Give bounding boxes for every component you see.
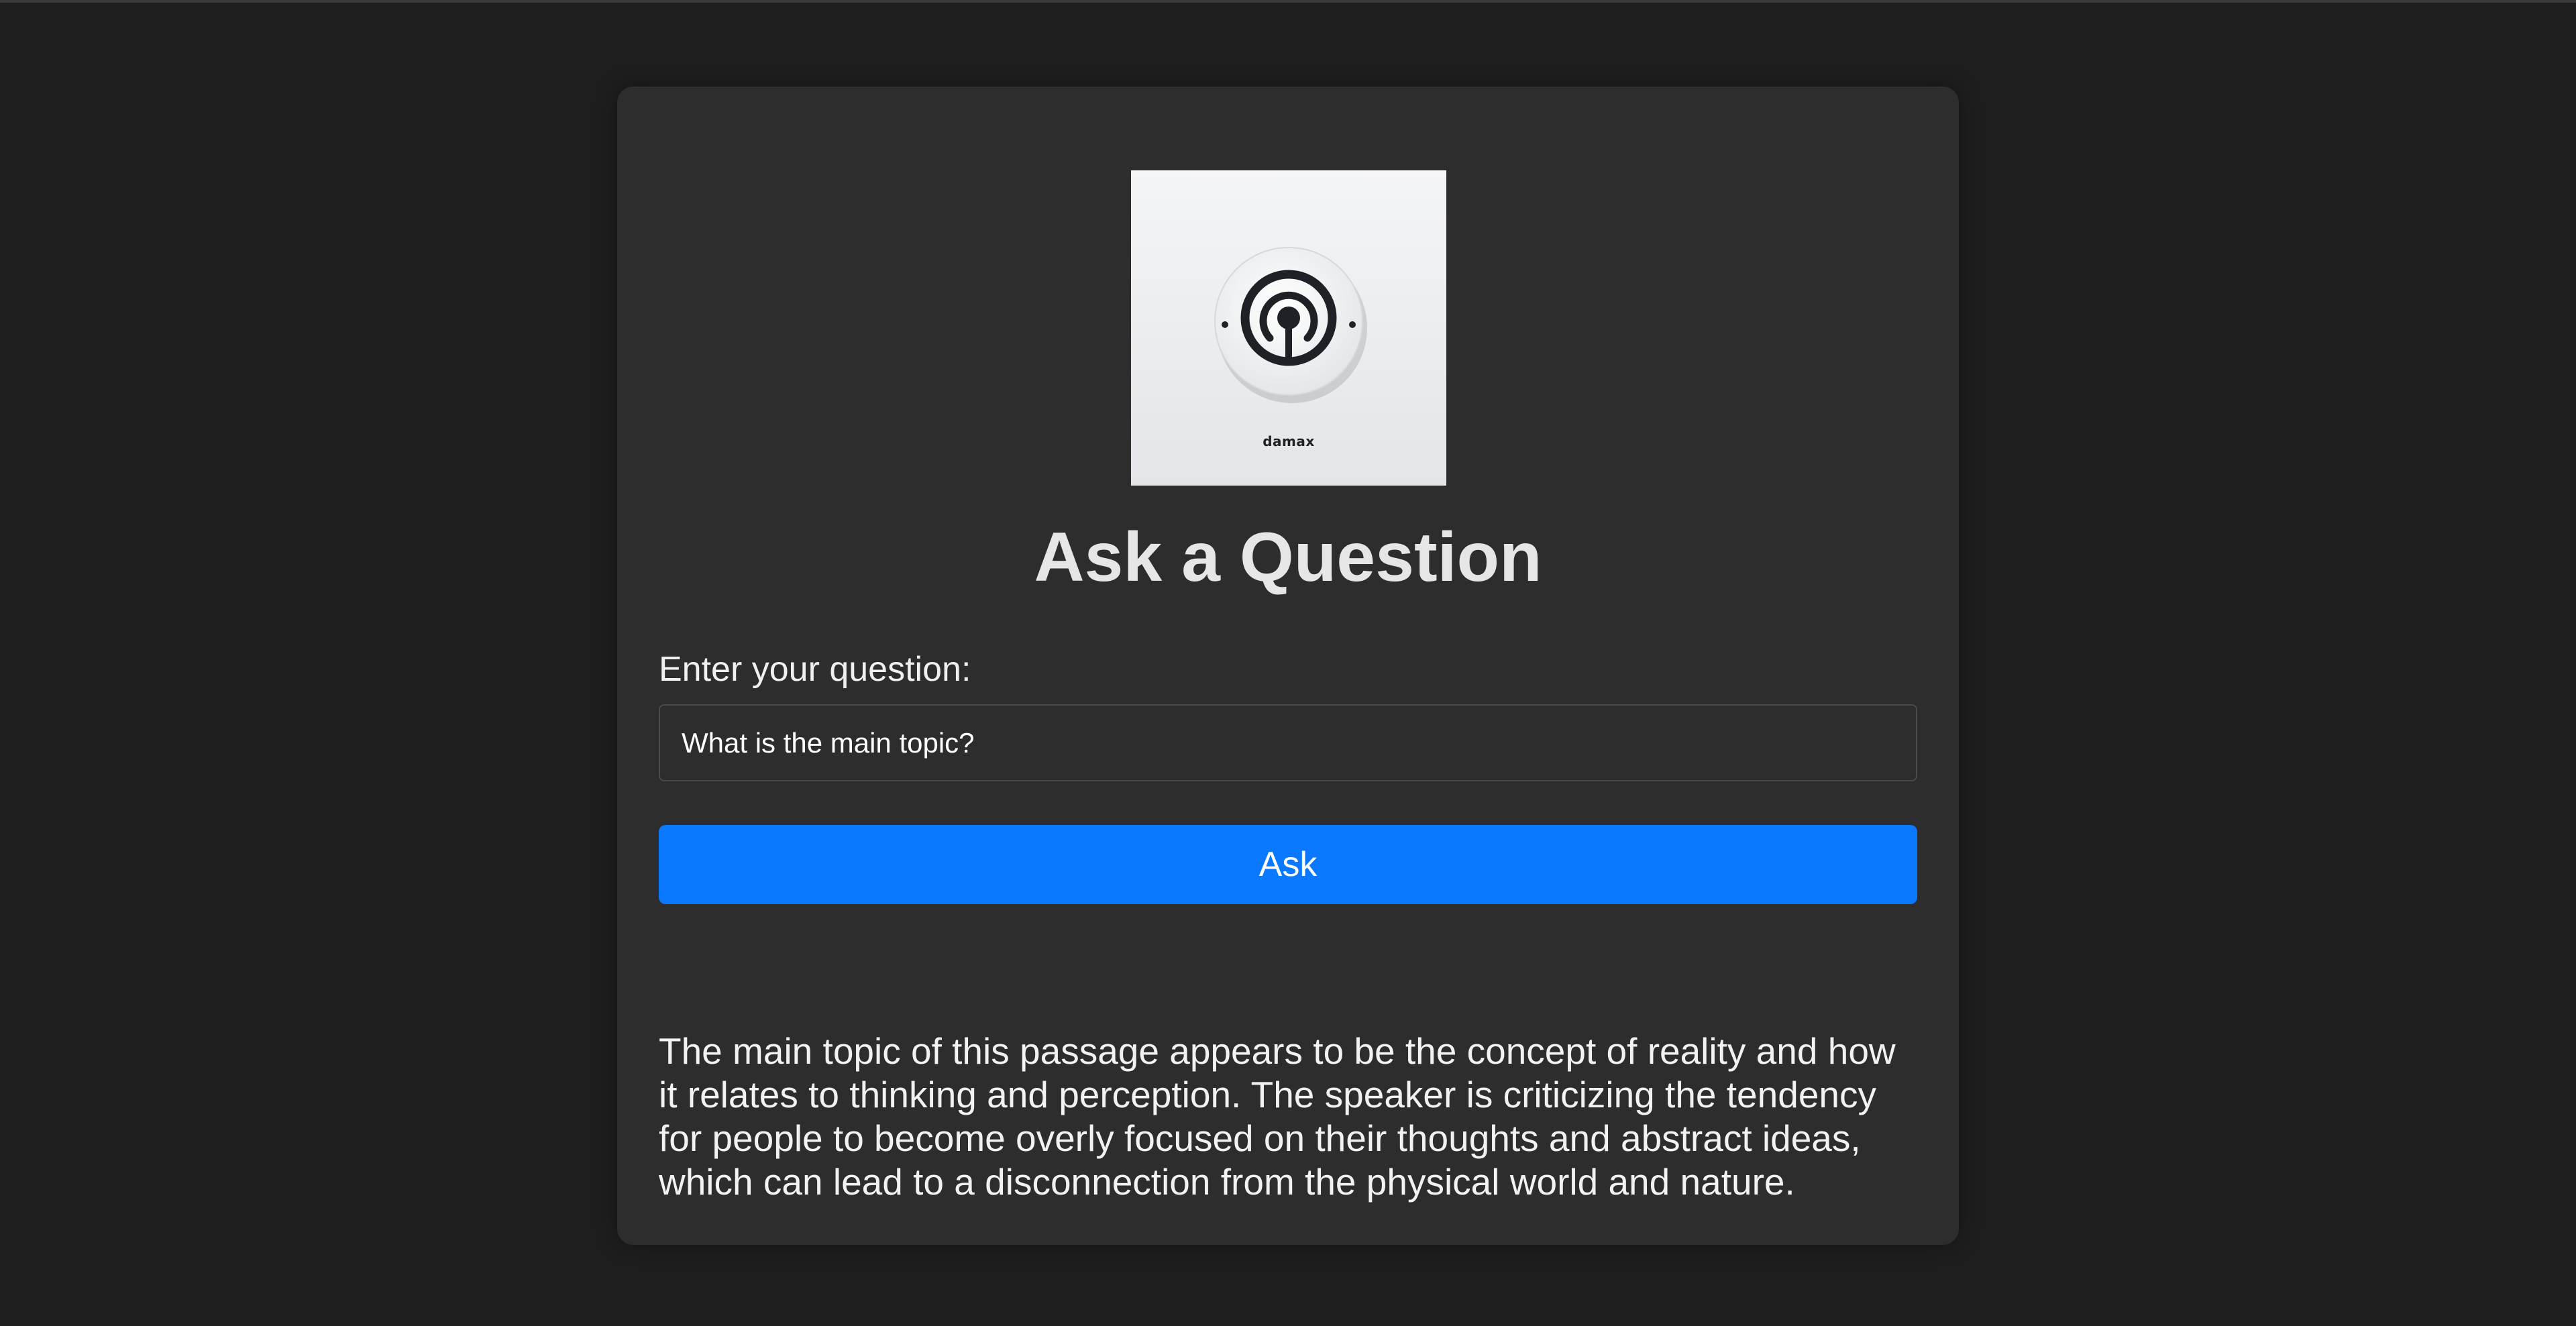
logo-wordmark: damax <box>1263 433 1315 449</box>
page-title: Ask a Question <box>1034 518 1542 596</box>
window-top-border <box>0 0 2576 3</box>
ask-button[interactable]: Ask <box>659 825 1917 904</box>
question-card: damax Ask a Question Enter your question… <box>617 87 1959 1245</box>
answer-text: The main topic of this passage appears t… <box>659 1030 1896 1203</box>
question-label: Enter your question: <box>659 650 971 689</box>
question-input[interactable] <box>659 704 1917 781</box>
damax-logo: damax <box>1131 170 1446 486</box>
